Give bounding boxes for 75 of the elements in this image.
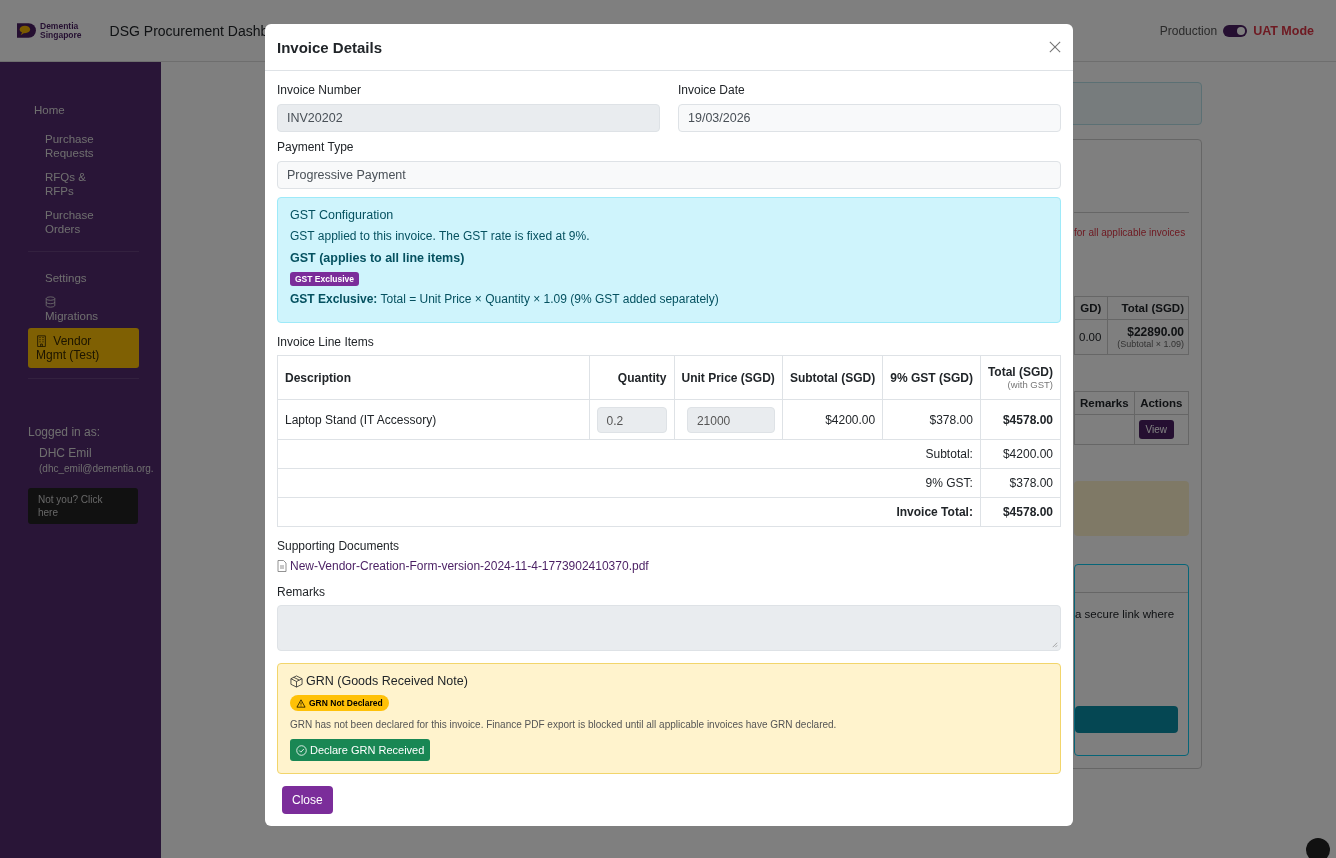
building-icon bbox=[36, 335, 47, 347]
section-label: Supporting Documents bbox=[277, 539, 401, 553]
table-header: Remarks bbox=[1074, 391, 1134, 415]
user-name: DHC Emil bbox=[39, 446, 93, 460]
logo-text: Dementia Singapore bbox=[40, 21, 82, 40]
table-cell: $4578.00 bbox=[980, 399, 1061, 440]
warning-icon bbox=[296, 698, 306, 708]
sidebar-item[interactable]: Settings bbox=[28, 266, 139, 290]
table-cell: 9% GST: bbox=[277, 468, 981, 498]
notice-text: for all applicable invoices bbox=[1074, 227, 1187, 238]
total-note: (Subtotal × 1.09) bbox=[1116, 339, 1184, 349]
speech-bubble-logo-icon bbox=[17, 22, 37, 39]
sidebar-item[interactable]: Home bbox=[28, 98, 139, 127]
resize-handle-icon[interactable] bbox=[1051, 641, 1058, 648]
panel-title: GST Configuration bbox=[290, 208, 395, 222]
column-header: Subtotal (SGD) bbox=[789, 370, 876, 385]
column-header: 9% GST (SGD) bbox=[890, 370, 973, 385]
database-icon bbox=[45, 296, 56, 308]
panel-title: GRN (Goods Received Note) bbox=[306, 674, 468, 688]
table-cell-text: $22890.00 bbox=[1126, 325, 1184, 339]
field-label: Payment Type bbox=[277, 140, 355, 154]
quantity-field[interactable]: 0.2 bbox=[596, 406, 667, 433]
table-cell: $378.00 bbox=[980, 468, 1061, 498]
sidebar-item[interactable]: RFQs & RFPs bbox=[28, 165, 139, 203]
table-cell: Subtotal: bbox=[277, 439, 981, 469]
column-header: Description bbox=[285, 370, 352, 385]
column-note: (with GST) bbox=[1006, 379, 1053, 390]
file-icon bbox=[277, 560, 287, 572]
close-button[interactable]: Close bbox=[282, 786, 333, 814]
close-icon[interactable] bbox=[1049, 41, 1061, 53]
table-cell: Laptop Stand (IT Accessory) bbox=[277, 399, 589, 440]
mode-toggle[interactable] bbox=[1223, 24, 1248, 37]
column-header: Quantity bbox=[616, 370, 667, 385]
panel-text: GRN has not been declared for this invoice. Finance PDF export is blocked until all applicable invoices have GRN declared. bbox=[290, 719, 838, 730]
table-header: Total (SGD) bbox=[1107, 296, 1189, 320]
section-label: Remarks bbox=[277, 585, 326, 599]
sidebar-item[interactable]: Purchase Orders bbox=[28, 203, 139, 241]
box-icon bbox=[290, 674, 303, 688]
floating-icon[interactable] bbox=[1306, 838, 1330, 858]
logged-in-label: Logged in as: bbox=[28, 425, 102, 439]
unit-price-field[interactable]: 21000 bbox=[686, 406, 775, 433]
sidebar-item[interactable]: Purchase Requests bbox=[28, 127, 139, 165]
gst-badge: GST Exclusive bbox=[290, 272, 360, 286]
formula-text: GST Exclusive: Total = Unit Price × Quantity × 1.09 (9% GST added separately) bbox=[290, 292, 720, 306]
panel-subheading: GST (applies to all line items) bbox=[290, 251, 466, 265]
card-text: a secure link where bbox=[1075, 608, 1176, 620]
input-field[interactable]: Progressive Payment bbox=[277, 161, 1061, 189]
input-field[interactable]: 19/03/2026 bbox=[678, 104, 1061, 132]
table-cell: $4578.00 bbox=[980, 497, 1061, 527]
dialog-title: Invoice Details bbox=[277, 38, 383, 56]
logout-button[interactable]: Not you? Click here bbox=[28, 488, 138, 524]
view-button[interactable]: View bbox=[1138, 420, 1174, 439]
table-cell: $4200.00 bbox=[782, 399, 883, 440]
field-label: Invoice Number bbox=[277, 83, 363, 97]
sidebar-item[interactable]: Migrations bbox=[28, 290, 139, 328]
table-header: Actions bbox=[1134, 391, 1189, 415]
mode-label: Production bbox=[1159, 23, 1218, 38]
column-header: Total (SGD) bbox=[987, 365, 1053, 379]
section-label: Invoice Line Items bbox=[277, 335, 375, 349]
check-circle-icon bbox=[296, 744, 307, 756]
user-email: (dhc_emil@dementia.org. bbox=[39, 463, 155, 474]
table-header: GD) bbox=[1074, 296, 1108, 320]
field-label: Invoice Date bbox=[678, 83, 746, 97]
table-cell: $378.00 bbox=[882, 399, 981, 440]
table-cell: $4200.00 bbox=[980, 439, 1061, 469]
table-cell: Invoice Total: bbox=[277, 497, 981, 527]
status-badge: GRN Not Declared bbox=[290, 695, 389, 711]
mode-label: UAT Mode bbox=[1253, 23, 1314, 38]
declare-grn-button[interactable]: Declare GRN Received bbox=[290, 739, 431, 761]
file-link[interactable]: New-Vendor-Creation-Form-version-2024-11-4-1773902410370.pdf bbox=[277, 559, 1061, 573]
panel-text: GST applied to this invoice. The GST rate is fixed at 9%. bbox=[290, 229, 591, 243]
table-cell: 0.00 bbox=[1074, 319, 1108, 355]
column-header: Unit Price (SGD) bbox=[681, 370, 775, 385]
remarks-field[interactable] bbox=[277, 605, 1061, 651]
sidebar-item[interactable]: Vendor Mgmt (Test) bbox=[28, 328, 139, 368]
